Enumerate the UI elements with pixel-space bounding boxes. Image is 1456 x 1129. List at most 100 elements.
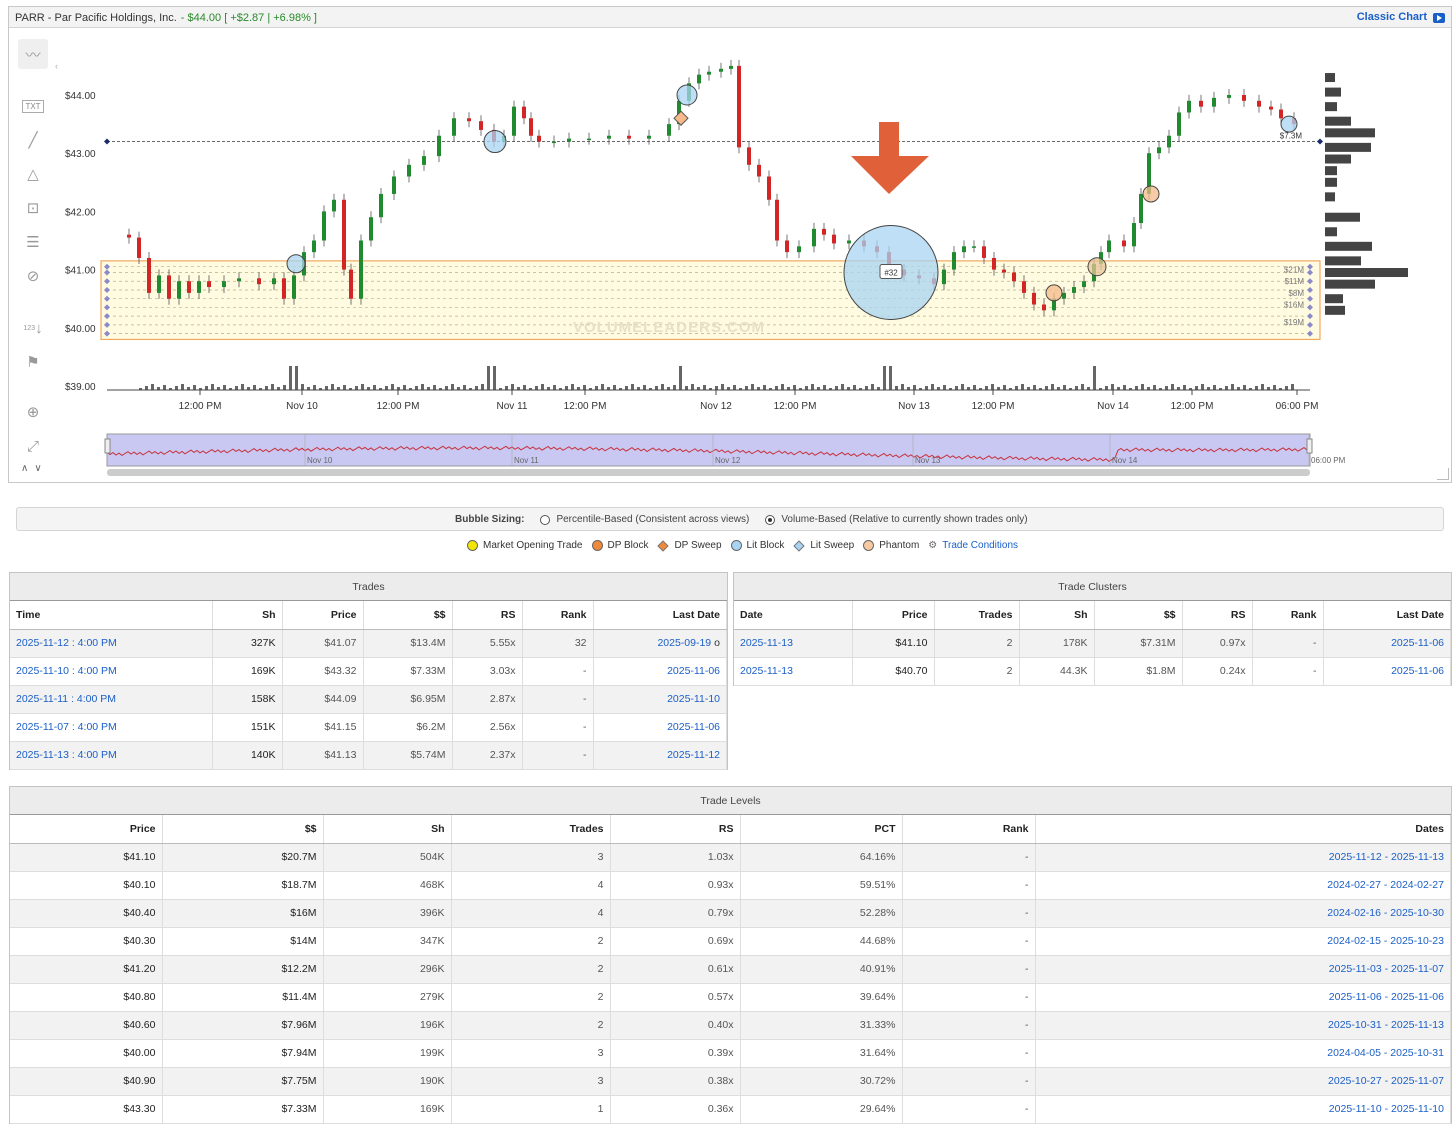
levels-cell: 504K [323, 843, 452, 872]
trades-link[interactable]: 2025-11-13 : 4:00 PM [16, 749, 117, 761]
levels-cell[interactable]: 2025-11-10 - 2025-11-10 [1035, 1095, 1451, 1124]
levels-header-rank[interactable]: Rank [902, 815, 1036, 844]
levels-cell[interactable]: 2025-10-31 - 2025-11-13 [1035, 1011, 1451, 1040]
percentile-label[interactable]: Percentile-Based (Consistent across view… [556, 514, 749, 525]
clusters-link[interactable]: 2025-11-13 [740, 637, 793, 649]
trades-cell[interactable]: 2025-09-19 o [593, 629, 727, 658]
levels-link[interactable]: 2024-02-16 - 2025-10-30 [1327, 907, 1444, 919]
legend-label[interactable]: Trade Conditions [942, 540, 1018, 551]
volume-radio[interactable] [765, 514, 776, 525]
price-chart[interactable]: $44.00 $43.00 $42.00 $41.00 $40.00 $39.00 $21M… [9, 28, 1451, 482]
levels-header-pct[interactable]: PCT [740, 815, 903, 844]
levels-link[interactable]: 2024-02-27 - 2024-02-27 [1327, 879, 1444, 891]
levels-cell[interactable]: 2025-11-12 - 2025-11-13 [1035, 843, 1451, 872]
trades-cell[interactable]: 2025-11-12 [593, 741, 727, 770]
trades-cell: 3.03x [452, 657, 523, 686]
levels-value: - [1025, 991, 1029, 1003]
trades-header-sh[interactable]: Sh [212, 601, 283, 630]
trades-cell[interactable]: 2025-11-13 : 4:00 PM [10, 741, 213, 770]
volume-bar [1111, 384, 1114, 390]
levels-cell[interactable]: 2025-10-27 - 2025-11-07 [1035, 1067, 1451, 1096]
trades-link[interactable]: 2025-11-06 [667, 721, 720, 733]
clusters-header-last-date[interactable]: Last Date [1323, 601, 1451, 630]
levels-link[interactable]: 2025-10-31 - 2025-11-13 [1328, 1019, 1444, 1031]
levels-cell: $11.4M [162, 983, 324, 1012]
navigator-handle-right[interactable] [1306, 438, 1313, 454]
clusters-header-sh[interactable]: Sh [1019, 601, 1095, 630]
levels-header-rs[interactable]: RS [610, 815, 741, 844]
percentile-radio[interactable] [540, 514, 551, 525]
candle-body [1187, 100, 1191, 113]
trades-link[interactable]: 2025-11-06 [667, 665, 720, 677]
levels-cell: 0.40x [610, 1011, 741, 1040]
trades-header-price[interactable]: Price [282, 601, 364, 630]
clusters-header-rank[interactable]: Rank [1252, 601, 1324, 630]
trades-cell[interactable]: 2025-11-06 [593, 657, 727, 686]
navigator-handle-left[interactable] [104, 438, 111, 454]
trade-bubble[interactable] [483, 130, 507, 154]
trades-link[interactable]: 2025-11-12 [667, 749, 720, 761]
levels-link[interactable]: 2025-10-27 - 2025-11-07 [1328, 1075, 1444, 1087]
clusters-header-rs[interactable]: RS [1182, 601, 1253, 630]
levels-cell[interactable]: 2024-02-16 - 2025-10-30 [1035, 899, 1451, 928]
levels-header-price[interactable]: Price [10, 815, 163, 844]
trades-link[interactable]: 2025-11-10 : 4:00 PM [16, 665, 117, 677]
trades-link[interactable]: 2025-11-12 : 4:00 PM [16, 637, 117, 649]
levels-header-sh[interactable]: Sh [323, 815, 452, 844]
trades-header-time[interactable]: Time [10, 601, 213, 630]
trades-link[interactable]: 2025-11-10 [667, 693, 720, 705]
trades-link[interactable]: 2025-11-07 : 4:00 PM [16, 721, 117, 733]
levels-link[interactable]: 2024-04-05 - 2025-10-31 [1327, 1047, 1444, 1059]
volume-label[interactable]: Volume-Based (Relative to currently show… [781, 514, 1027, 525]
levels-cell[interactable]: 2024-04-05 - 2025-10-31 [1035, 1039, 1451, 1068]
trades-cell[interactable]: 2025-11-12 : 4:00 PM [10, 629, 213, 658]
clusters-link[interactable]: 2025-11-13 [740, 665, 793, 677]
clusters-header--[interactable]: $$ [1094, 601, 1183, 630]
trades-link[interactable]: 2025-11-11 : 4:00 PM [16, 693, 116, 705]
clusters-cell[interactable]: 2025-11-06 [1323, 629, 1451, 658]
levels-link[interactable]: 2024-02-15 - 2025-10-23 [1327, 935, 1444, 947]
trades-cell[interactable]: 2025-11-11 : 4:00 PM [10, 685, 213, 714]
levels-link[interactable]: 2025-11-10 - 2025-11-10 [1329, 1103, 1444, 1115]
trades-header-last-date[interactable]: Last Date [593, 601, 727, 630]
trade-bubble[interactable] [1087, 257, 1107, 277]
trade-bubble[interactable] [676, 84, 698, 106]
clusters-cell[interactable]: 2025-11-06 [1323, 657, 1451, 686]
trades-cell[interactable]: 2025-11-07 : 4:00 PM [10, 713, 213, 742]
clusters-header-price[interactable]: Price [852, 601, 935, 630]
dp-sweep-marker[interactable] [673, 110, 689, 126]
levels-link[interactable]: 2025-11-06 - 2025-11-06 [1329, 991, 1444, 1003]
resize-grip[interactable] [1437, 468, 1449, 480]
trades-link[interactable]: 2025-09-19 [657, 637, 711, 649]
clusters-header-trades[interactable]: Trades [934, 601, 1020, 630]
play-icon[interactable] [1433, 13, 1445, 23]
trades-cell[interactable]: 2025-11-10 : 4:00 PM [10, 657, 213, 686]
trades-cell[interactable]: 2025-11-06 [593, 713, 727, 742]
clusters-cell[interactable]: 2025-11-13 [734, 657, 853, 686]
trades-header-rs[interactable]: RS [452, 601, 523, 630]
trade-bubble[interactable] [1280, 115, 1298, 133]
volume-bar [781, 384, 784, 390]
classic-chart-link[interactable]: Classic Chart [1357, 11, 1427, 23]
navigator-scrollbar[interactable] [107, 469, 1310, 476]
trades-header--[interactable]: $$ [363, 601, 453, 630]
trade-bubble[interactable] [1045, 284, 1063, 302]
levels-header--[interactable]: $$ [162, 815, 324, 844]
clusters-header-date[interactable]: Date [734, 601, 853, 630]
trade-bubble[interactable] [1142, 185, 1160, 203]
trades-header-rank[interactable]: Rank [522, 601, 594, 630]
clusters-cell[interactable]: 2025-11-13 [734, 629, 853, 658]
levels-header-trades[interactable]: Trades [451, 815, 611, 844]
clusters-link[interactable]: 2025-11-06 [1391, 637, 1444, 649]
levels-link[interactable]: 2025-11-03 - 2025-11-07 [1329, 963, 1444, 975]
levels-cell[interactable]: 2024-02-27 - 2024-02-27 [1035, 871, 1451, 900]
levels-cell[interactable]: 2025-11-06 - 2025-11-06 [1035, 983, 1451, 1012]
levels-cell[interactable]: 2024-02-15 - 2025-10-23 [1035, 927, 1451, 956]
levels-cell[interactable]: 2025-11-03 - 2025-11-07 [1035, 955, 1451, 984]
levels-link[interactable]: 2025-11-12 - 2025-11-13 [1329, 851, 1444, 863]
trades-cell[interactable]: 2025-11-10 [593, 685, 727, 714]
levels-header-dates[interactable]: Dates [1035, 815, 1451, 844]
trade-bubble[interactable] [286, 254, 306, 274]
clusters-link[interactable]: 2025-11-06 [1391, 665, 1444, 677]
volume-profile-bar [1325, 268, 1408, 278]
